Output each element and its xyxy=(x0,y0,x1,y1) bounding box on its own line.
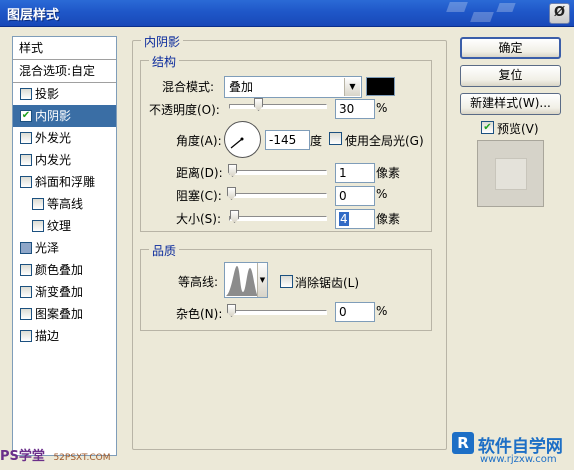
style-item-checkbox[interactable] xyxy=(32,198,44,210)
style-list-item[interactable]: 等高线 xyxy=(13,193,116,215)
anti-alias-label[interactable]: 消除锯齿(L) xyxy=(295,274,359,291)
style-list-item[interactable]: 外发光 xyxy=(13,127,116,149)
choke-slider-track[interactable] xyxy=(229,193,327,198)
style-item-label: 纹理 xyxy=(47,219,72,233)
blend-mode-label: 混合模式: xyxy=(162,80,215,94)
style-item-checkbox[interactable] xyxy=(20,264,32,276)
contour-curve-icon xyxy=(226,264,258,296)
style-item-label: 斜面和浮雕 xyxy=(35,175,96,189)
style-item-checkbox[interactable] xyxy=(20,330,32,342)
global-light-label[interactable]: 使用全局光(G) xyxy=(345,132,424,149)
style-item-checkbox[interactable] xyxy=(20,88,32,100)
distance-label: 距离(D): xyxy=(176,166,223,180)
choke-unit: % xyxy=(376,187,388,201)
blend-mode-value: 叠加 xyxy=(229,80,254,94)
title-bar[interactable]: 图层样式 Ø xyxy=(0,0,574,27)
noise-input[interactable]: 0 xyxy=(335,302,375,322)
angle-needle-icon xyxy=(230,137,244,149)
style-list-item[interactable]: 斜面和浮雕 xyxy=(13,171,116,193)
quality-title: 品质 xyxy=(149,242,180,259)
angle-unit: 度 xyxy=(310,134,323,148)
style-item-checkbox[interactable] xyxy=(20,132,32,144)
style-list-item[interactable]: 颜色叠加 xyxy=(13,259,116,281)
noise-unit: % xyxy=(376,304,388,318)
distance-slider-track[interactable] xyxy=(229,170,327,175)
style-item-checkbox[interactable] xyxy=(20,242,32,254)
style-item-label: 渐变叠加 xyxy=(35,285,84,299)
style-list-item[interactable]: 光泽 xyxy=(13,237,116,259)
noise-label: 杂色(N): xyxy=(176,307,223,321)
global-light-checkbox[interactable] xyxy=(329,132,342,145)
chevron-down-icon[interactable]: ▼ xyxy=(257,263,267,297)
reset-button[interactable]: 复位 xyxy=(460,65,561,87)
watermark-left-url: 52PSXT.COM xyxy=(53,453,111,463)
noise-slider-track[interactable] xyxy=(229,310,327,315)
style-item-label: 内发光 xyxy=(35,153,72,167)
style-list-item[interactable]: 投影 xyxy=(13,83,116,105)
distance-input[interactable]: 1 xyxy=(335,163,375,183)
style-item-label: 颜色叠加 xyxy=(35,263,84,277)
style-item-checkbox[interactable] xyxy=(20,154,32,166)
inner-shadow-title: 内阴影 xyxy=(141,33,184,50)
style-list-item[interactable]: 内发光 xyxy=(13,149,116,171)
shadow-color-swatch[interactable] xyxy=(366,77,395,96)
contour-picker[interactable]: ▼ xyxy=(224,262,268,298)
preview-swatch xyxy=(495,158,527,190)
size-input[interactable]: 4 xyxy=(335,209,375,229)
watermark-left: PS学堂 52PSXT.COM xyxy=(0,445,110,464)
style-list-item[interactable]: 描边 xyxy=(13,325,116,347)
watermark-right: R 软件自学网 www.rjzxw.com xyxy=(452,432,563,465)
style-item-checkbox[interactable] xyxy=(20,176,32,188)
watermark-right-url: www.rjzxw.com xyxy=(480,454,557,465)
size-label: 大小(S): xyxy=(176,212,222,226)
chevron-down-icon: ▼ xyxy=(344,78,360,96)
style-item-checkbox[interactable]: ✔ xyxy=(20,110,32,122)
opacity-input[interactable]: 30 xyxy=(335,99,375,119)
opacity-slider-track[interactable] xyxy=(229,104,327,109)
choke-input[interactable]: 0 xyxy=(335,186,375,206)
angle-label: 角度(A): xyxy=(176,134,222,148)
style-item-label: 光泽 xyxy=(35,241,60,255)
watermark-left-logo: PS学堂 xyxy=(0,449,45,464)
blend-options-item[interactable]: 混合选项:自定 xyxy=(13,60,116,83)
style-list: 样式 混合选项:自定 投影 ✔ 内阴影 外发光 内发光 斜面和浮雕 等高线 纹理 光泽 颜色叠加渐… xyxy=(12,36,117,456)
anti-alias-checkbox[interactable] xyxy=(280,275,293,288)
style-item-checkbox[interactable] xyxy=(20,308,32,320)
size-unit: 像素 xyxy=(376,212,401,226)
style-item-label: 投影 xyxy=(35,87,60,101)
opacity-label: 不透明度(O): xyxy=(149,103,220,117)
size-slider-track[interactable] xyxy=(229,216,327,221)
close-icon[interactable]: Ø xyxy=(549,3,570,24)
preview-label[interactable]: 预览(V) xyxy=(497,120,539,137)
distance-unit: 像素 xyxy=(376,166,401,180)
contour-label: 等高线: xyxy=(178,275,219,289)
style-item-label: 内阴影 xyxy=(35,109,72,123)
style-item-label: 外发光 xyxy=(35,131,72,145)
style-item-label: 图案叠加 xyxy=(35,307,84,321)
style-item-label: 描边 xyxy=(35,329,60,343)
new-style-button[interactable]: 新建样式(W)... xyxy=(460,93,561,115)
blend-mode-select[interactable]: 叠加 ▼ xyxy=(224,76,362,98)
style-item-checkbox[interactable] xyxy=(20,286,32,298)
style-item-label: 等高线 xyxy=(47,197,84,211)
ok-button[interactable]: 确定 xyxy=(460,37,561,59)
angle-dial[interactable] xyxy=(224,121,261,158)
title-decoration xyxy=(438,0,538,26)
structure-title: 结构 xyxy=(149,53,180,70)
style-list-header[interactable]: 样式 xyxy=(13,37,116,60)
style-preview-thumbnail xyxy=(477,140,544,207)
watermark-right-icon: R xyxy=(452,432,474,454)
style-list-item[interactable]: ✔ 内阴影 xyxy=(13,105,116,127)
window-title: 图层样式 xyxy=(7,8,60,23)
preview-checkbox[interactable]: ✔ xyxy=(481,121,494,134)
choke-label: 阻塞(C): xyxy=(176,189,222,203)
style-list-item[interactable]: 纹理 xyxy=(13,215,116,237)
style-list-item[interactable]: 图案叠加 xyxy=(13,303,116,325)
style-list-item[interactable]: 渐变叠加 xyxy=(13,281,116,303)
opacity-unit: % xyxy=(376,101,388,115)
style-item-checkbox[interactable] xyxy=(32,220,44,232)
angle-input[interactable]: -145 xyxy=(265,130,310,150)
